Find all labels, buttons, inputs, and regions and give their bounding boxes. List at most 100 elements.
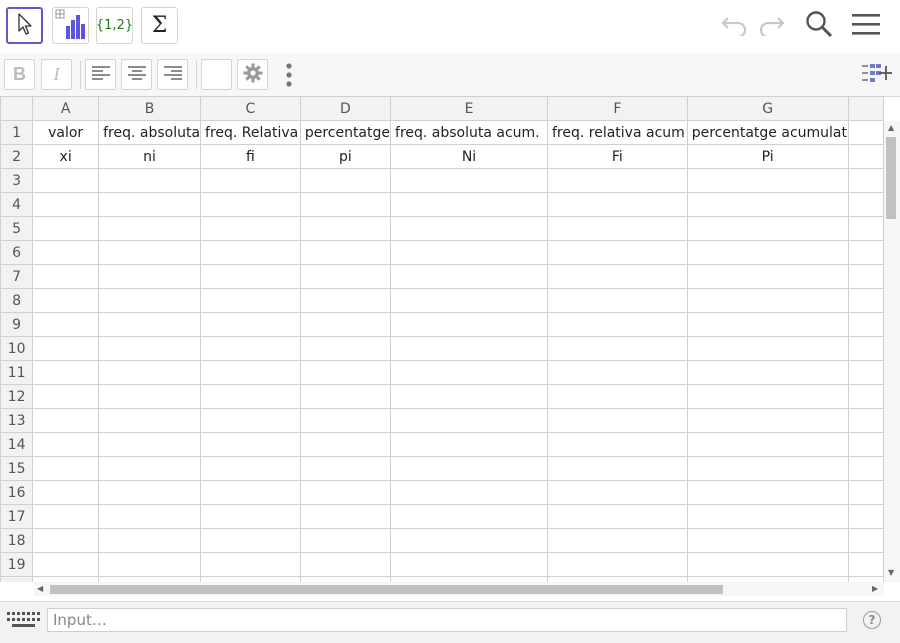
column-header-h[interactable] — [847, 96, 884, 121]
cell-a12[interactable] — [32, 384, 100, 409]
cell-f7[interactable] — [547, 264, 688, 289]
cell-b2[interactable]: ni — [98, 144, 202, 169]
horizontal-scrollbar[interactable]: ◀ ▶ — [34, 582, 884, 596]
cell-h13[interactable] — [847, 408, 884, 433]
cell-a16[interactable] — [32, 480, 100, 505]
move-tool-button[interactable] — [6, 7, 43, 44]
cell-e5[interactable] — [390, 216, 548, 241]
cell-e4[interactable] — [390, 192, 548, 217]
cell-h18[interactable] — [847, 528, 884, 553]
cell-g14[interactable] — [686, 432, 849, 457]
cell-f6[interactable] — [547, 240, 688, 265]
row-header[interactable]: 4 — [0, 192, 34, 217]
cell-e6[interactable] — [390, 240, 548, 265]
cell-f9[interactable] — [547, 312, 688, 337]
cell-g3[interactable] — [686, 168, 849, 193]
row-header[interactable]: 13 — [0, 408, 34, 433]
cell-e9[interactable] — [390, 312, 548, 337]
cell-g8[interactable] — [686, 288, 849, 313]
cell-e17[interactable] — [390, 504, 548, 529]
cell-d10[interactable] — [299, 336, 392, 361]
cell-c3[interactable] — [200, 168, 301, 193]
cell-d14[interactable] — [299, 432, 392, 457]
create-list-button[interactable]: {1,2} — [96, 7, 133, 44]
cell-b16[interactable] — [98, 480, 202, 505]
cell-d3[interactable] — [299, 168, 392, 193]
cell-c5[interactable] — [200, 216, 301, 241]
cell-d11[interactable] — [299, 360, 392, 385]
cell-a19[interactable] — [32, 552, 100, 577]
cell-c6[interactable] — [200, 240, 301, 265]
align-center-button[interactable] — [121, 59, 152, 90]
cell-f5[interactable] — [547, 216, 688, 241]
cell-c7[interactable] — [200, 264, 301, 289]
cell-h8[interactable] — [847, 288, 884, 313]
cell-e3[interactable] — [390, 168, 548, 193]
cell-a3[interactable] — [32, 168, 100, 193]
row-header[interactable]: 6 — [0, 240, 34, 265]
cell-b5[interactable] — [98, 216, 202, 241]
cell-b6[interactable] — [98, 240, 202, 265]
cell-e12[interactable] — [390, 384, 548, 409]
cell-f8[interactable] — [547, 288, 688, 313]
cell-e1[interactable]: freq. absoluta acum. — [390, 120, 548, 145]
row-header[interactable]: 15 — [0, 456, 34, 481]
cell-b10[interactable] — [98, 336, 202, 361]
cell-f19[interactable] — [547, 552, 688, 577]
keyboard-button[interactable] — [5, 611, 42, 633]
cell-f11[interactable] — [547, 360, 688, 385]
cell-e8[interactable] — [390, 288, 548, 313]
column-header-a[interactable]: A — [32, 96, 100, 121]
cell-b12[interactable] — [98, 384, 202, 409]
more-options-button[interactable] — [284, 62, 294, 88]
cell-g15[interactable] — [686, 456, 849, 481]
column-header-d[interactable]: D — [299, 96, 392, 121]
row-header[interactable]: 11 — [0, 360, 34, 385]
bold-button[interactable]: B — [4, 59, 35, 90]
cell-d1[interactable]: percentatge — [299, 120, 392, 145]
cell-d7[interactable] — [299, 264, 392, 289]
cell-c15[interactable] — [200, 456, 301, 481]
cell-a15[interactable] — [32, 456, 100, 481]
horizontal-scroll-thumb[interactable] — [50, 585, 723, 594]
cell-e19[interactable] — [390, 552, 548, 577]
cell-h3[interactable] — [847, 168, 884, 193]
cell-g16[interactable] — [686, 480, 849, 505]
cell-e10[interactable] — [390, 336, 548, 361]
cell-a8[interactable] — [32, 288, 100, 313]
cell-b1[interactable]: freq. absoluta — [98, 120, 202, 145]
cell-b7[interactable] — [98, 264, 202, 289]
cell-g9[interactable] — [686, 312, 849, 337]
align-right-button[interactable] — [157, 59, 188, 90]
cell-h17[interactable] — [847, 504, 884, 529]
row-header[interactable]: 19 — [0, 552, 34, 577]
cell-g13[interactable] — [686, 408, 849, 433]
cell-h5[interactable] — [847, 216, 884, 241]
cell-c16[interactable] — [200, 480, 301, 505]
cell-a2[interactable]: xi — [32, 144, 100, 169]
cell-a13[interactable] — [32, 408, 100, 433]
cell-d15[interactable] — [299, 456, 392, 481]
row-header[interactable]: 3 — [0, 168, 34, 193]
cell-h9[interactable] — [847, 312, 884, 337]
cell-g1[interactable]: percentatge acumulat — [686, 120, 849, 145]
scroll-down-icon[interactable]: ▼ — [888, 569, 894, 577]
cell-f1[interactable]: freq. relativa acum — [547, 120, 688, 145]
cell-c4[interactable] — [200, 192, 301, 217]
cell-c17[interactable] — [200, 504, 301, 529]
vertical-scrollbar[interactable]: ▲ ▼ — [884, 121, 900, 582]
cell-e18[interactable] — [390, 528, 548, 553]
scroll-left-icon[interactable]: ◀ — [37, 585, 43, 593]
cell-g6[interactable] — [686, 240, 849, 265]
cell-a17[interactable] — [32, 504, 100, 529]
cell-d2[interactable]: pi — [299, 144, 392, 169]
row-header[interactable]: 20 — [0, 576, 34, 582]
cell-a14[interactable] — [32, 432, 100, 457]
undo-button[interactable] — [718, 8, 752, 44]
cell-d4[interactable] — [299, 192, 392, 217]
row-header[interactable]: 12 — [0, 384, 34, 409]
cell-d8[interactable] — [299, 288, 392, 313]
cell-f16[interactable] — [547, 480, 688, 505]
one-variable-analysis-button[interactable] — [52, 7, 89, 44]
cell-c9[interactable] — [200, 312, 301, 337]
